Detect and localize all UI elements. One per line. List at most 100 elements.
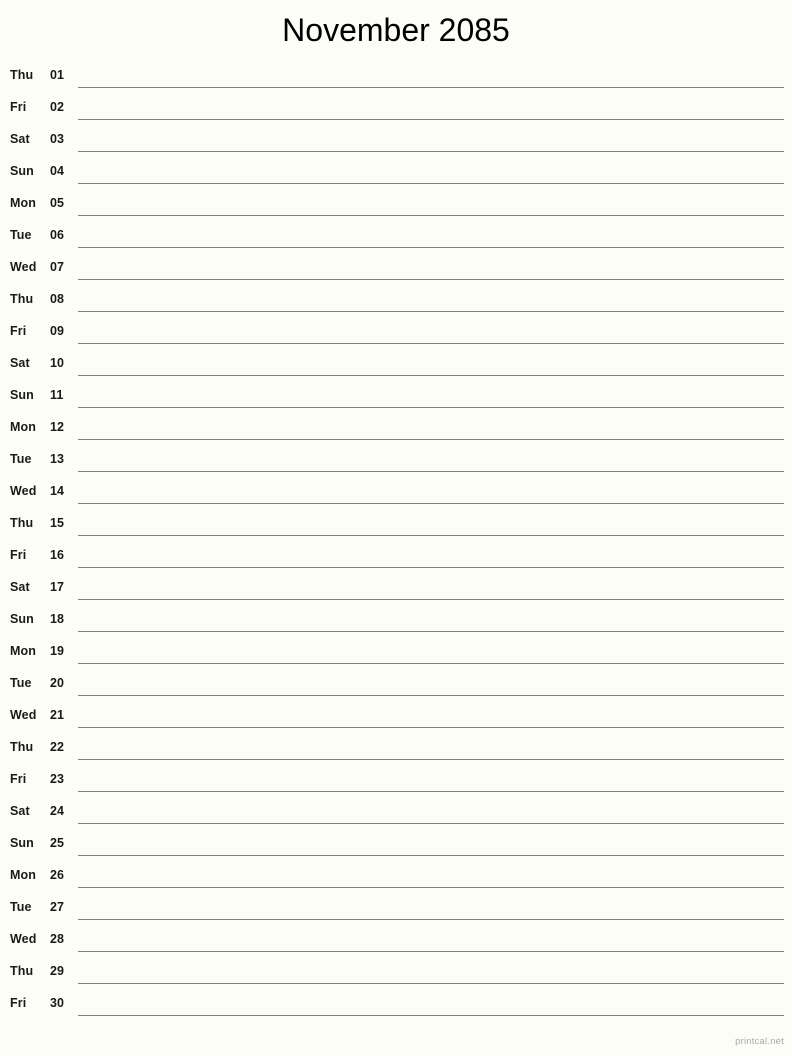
day-row[interactable]: Thu 22 <box>0 732 792 764</box>
day-weekday-label: Tue <box>10 676 32 690</box>
day-weekday-label: Tue <box>10 228 32 242</box>
day-row[interactable]: Mon 05 <box>0 188 792 220</box>
day-weekday-label: Mon <box>10 420 36 434</box>
day-writing-line[interactable] <box>78 471 784 472</box>
day-writing-line[interactable] <box>78 951 784 952</box>
day-writing-line[interactable] <box>78 983 784 984</box>
day-row[interactable]: Fri 16 <box>0 540 792 572</box>
day-writing-line[interactable] <box>78 791 784 792</box>
day-writing-line[interactable] <box>78 343 784 344</box>
day-weekday-label: Mon <box>10 868 36 882</box>
day-row[interactable]: Tue 06 <box>0 220 792 252</box>
day-weekday-label: Fri <box>10 772 27 786</box>
day-writing-line[interactable] <box>78 151 784 152</box>
day-weekday-label: Mon <box>10 644 36 658</box>
day-row[interactable]: Fri 09 <box>0 316 792 348</box>
day-row[interactable]: Thu 01 <box>0 60 792 92</box>
day-row[interactable]: Sat 10 <box>0 348 792 380</box>
day-weekday-label: Sat <box>10 132 30 146</box>
footer-credit: printcal.net <box>735 1036 784 1047</box>
day-weekday-label: Thu <box>10 516 34 530</box>
day-row[interactable]: Tue 13 <box>0 444 792 476</box>
day-row[interactable]: Sat 03 <box>0 124 792 156</box>
day-number-label: 08 <box>50 292 65 306</box>
day-number-label: 17 <box>50 580 65 594</box>
day-weekday-label: Wed <box>10 708 37 722</box>
day-row[interactable]: Thu 15 <box>0 508 792 540</box>
day-writing-line[interactable] <box>78 567 784 568</box>
day-writing-line[interactable] <box>78 1015 784 1016</box>
day-writing-line[interactable] <box>78 535 784 536</box>
day-writing-line[interactable] <box>78 87 784 88</box>
day-row[interactable]: Fri 02 <box>0 92 792 124</box>
day-number-label: 07 <box>50 260 65 274</box>
day-writing-line[interactable] <box>78 759 784 760</box>
day-number-label: 01 <box>50 68 65 82</box>
day-row[interactable]: Fri 23 <box>0 764 792 796</box>
day-row[interactable]: Sun 18 <box>0 604 792 636</box>
day-weekday-label: Fri <box>10 324 27 338</box>
day-number-label: 19 <box>50 644 65 658</box>
day-weekday-label: Tue <box>10 452 32 466</box>
day-number-label: 22 <box>50 740 65 754</box>
day-row[interactable]: Wed 07 <box>0 252 792 284</box>
day-number-label: 24 <box>50 804 65 818</box>
day-writing-line[interactable] <box>78 663 784 664</box>
day-weekday-label: Tue <box>10 900 32 914</box>
day-row[interactable]: Thu 29 <box>0 956 792 988</box>
day-row[interactable]: Mon 26 <box>0 860 792 892</box>
day-weekday-label: Thu <box>10 68 34 82</box>
day-writing-line[interactable] <box>78 887 784 888</box>
day-row[interactable]: Tue 27 <box>0 892 792 924</box>
day-row-list: Thu 01 Fri 02 Sat 03 Sun 04 Mon 05 Tue 06 Wed 07 Thu 08… <box>0 60 792 1020</box>
day-row[interactable]: Sun 04 <box>0 156 792 188</box>
day-writing-line[interactable] <box>78 119 784 120</box>
day-writing-line[interactable] <box>78 215 784 216</box>
day-row[interactable]: Sun 11 <box>0 380 792 412</box>
day-number-label: 25 <box>50 836 65 850</box>
day-writing-line[interactable] <box>78 279 784 280</box>
day-weekday-label: Sun <box>10 836 34 850</box>
day-number-label: 28 <box>50 932 65 946</box>
day-row[interactable]: Tue 20 <box>0 668 792 700</box>
day-weekday-label: Sun <box>10 388 34 402</box>
day-writing-line[interactable] <box>78 183 784 184</box>
day-number-label: 06 <box>50 228 65 242</box>
day-row[interactable]: Wed 21 <box>0 700 792 732</box>
day-weekday-label: Sat <box>10 804 30 818</box>
day-writing-line[interactable] <box>78 439 784 440</box>
day-row[interactable]: Wed 28 <box>0 924 792 956</box>
day-number-label: 18 <box>50 612 65 626</box>
day-row[interactable]: Mon 12 <box>0 412 792 444</box>
day-writing-line[interactable] <box>78 407 784 408</box>
day-writing-line[interactable] <box>78 599 784 600</box>
day-number-label: 15 <box>50 516 65 530</box>
day-writing-line[interactable] <box>78 695 784 696</box>
day-writing-line[interactable] <box>78 503 784 504</box>
day-weekday-label: Mon <box>10 196 36 210</box>
day-weekday-label: Fri <box>10 548 27 562</box>
day-number-label: 03 <box>50 132 65 146</box>
day-writing-line[interactable] <box>78 247 784 248</box>
day-row[interactable]: Thu 08 <box>0 284 792 316</box>
day-row[interactable]: Fri 30 <box>0 988 792 1020</box>
day-weekday-label: Wed <box>10 932 37 946</box>
day-row[interactable]: Sun 25 <box>0 828 792 860</box>
day-writing-line[interactable] <box>78 631 784 632</box>
day-writing-line[interactable] <box>78 375 784 376</box>
day-writing-line[interactable] <box>78 311 784 312</box>
day-writing-line[interactable] <box>78 855 784 856</box>
day-row[interactable]: Sat 24 <box>0 796 792 828</box>
day-writing-line[interactable] <box>78 727 784 728</box>
day-number-label: 05 <box>50 196 65 210</box>
day-row[interactable]: Sat 17 <box>0 572 792 604</box>
day-number-label: 04 <box>50 164 65 178</box>
day-number-label: 16 <box>50 548 65 562</box>
day-row[interactable]: Wed 14 <box>0 476 792 508</box>
day-writing-line[interactable] <box>78 823 784 824</box>
printable-calendar-page: November 2085 Thu 01 Fri 02 Sat 03 Sun 04 Mon 05 T… <box>0 0 792 1056</box>
day-writing-line[interactable] <box>78 919 784 920</box>
day-weekday-label: Sun <box>10 612 34 626</box>
day-row[interactable]: Mon 19 <box>0 636 792 668</box>
day-weekday-label: Thu <box>10 964 34 978</box>
